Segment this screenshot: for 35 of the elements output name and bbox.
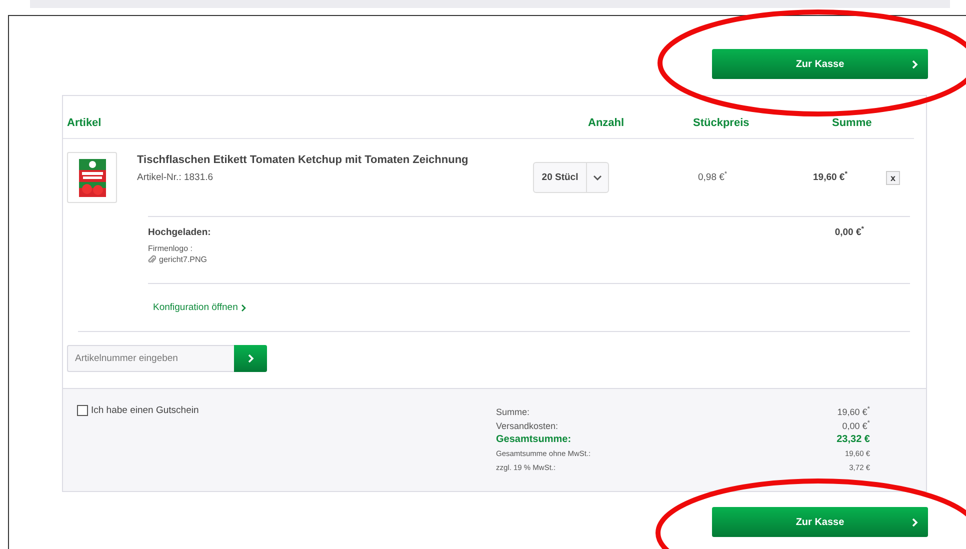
remove-button[interactable]: x (886, 170, 900, 184)
total-value: 23,32 € (836, 434, 870, 446)
column-header: Anzahl (587, 117, 626, 131)
column-header: Artikel (67, 117, 102, 131)
article-number-field[interactable]: Artikelnummer eingeben (67, 345, 234, 372)
upload-price: 0,00 €$^{*}$ (834, 227, 864, 240)
total-value: 0,00 €$^{*}$ (841, 420, 870, 432)
voucher-checkbox[interactable] (77, 405, 88, 416)
column-header: Stückpreis (692, 117, 750, 131)
upload-heading: Hochgeladen: (148, 227, 211, 238)
total-label: Summe: (496, 406, 531, 418)
voucher-label[interactable]: Ich habe einen Gutschein (91, 405, 199, 416)
total-label: Gesamtsumme: (496, 434, 572, 446)
label-drawing (78, 158, 106, 196)
chevron-down-icon (593, 174, 602, 180)
total-value: 19,60 €$^{*}$ (836, 406, 870, 418)
column-header: Summe (831, 117, 873, 131)
chevron-right-icon (248, 354, 254, 363)
file-name[interactable]: gericht7.PNG (159, 255, 208, 264)
add-article-button[interactable] (234, 345, 267, 372)
chevron-right-icon (912, 518, 918, 527)
product-thumbnail[interactable] (67, 152, 117, 203)
configuration-link[interactable]: Konfiguration öffnen (153, 302, 238, 313)
chevron-right-icon (912, 60, 918, 69)
product-title: Tischflaschen Etikett Tomaten Ketchup mit Tomaten Zeichnung (137, 154, 468, 166)
upload-field: Firmenlogo : (148, 244, 211, 253)
chevron-right-icon (240, 304, 246, 312)
article-number: Artikel-Nr.: 1831.6 (137, 172, 214, 183)
checkout-button[interactable]: Zur Kasse (712, 507, 928, 537)
unit-price: 0,98 €$^{*}$ (697, 172, 728, 183)
quantity-select[interactable]: 20 Stücl (533, 162, 609, 193)
line-total: 19,60 €$^{*}$ (812, 172, 848, 183)
total-label: Versandkosten: (496, 420, 560, 432)
checkout-button[interactable]: Zur Kasse (712, 49, 928, 79)
paperclip-icon (148, 255, 156, 264)
